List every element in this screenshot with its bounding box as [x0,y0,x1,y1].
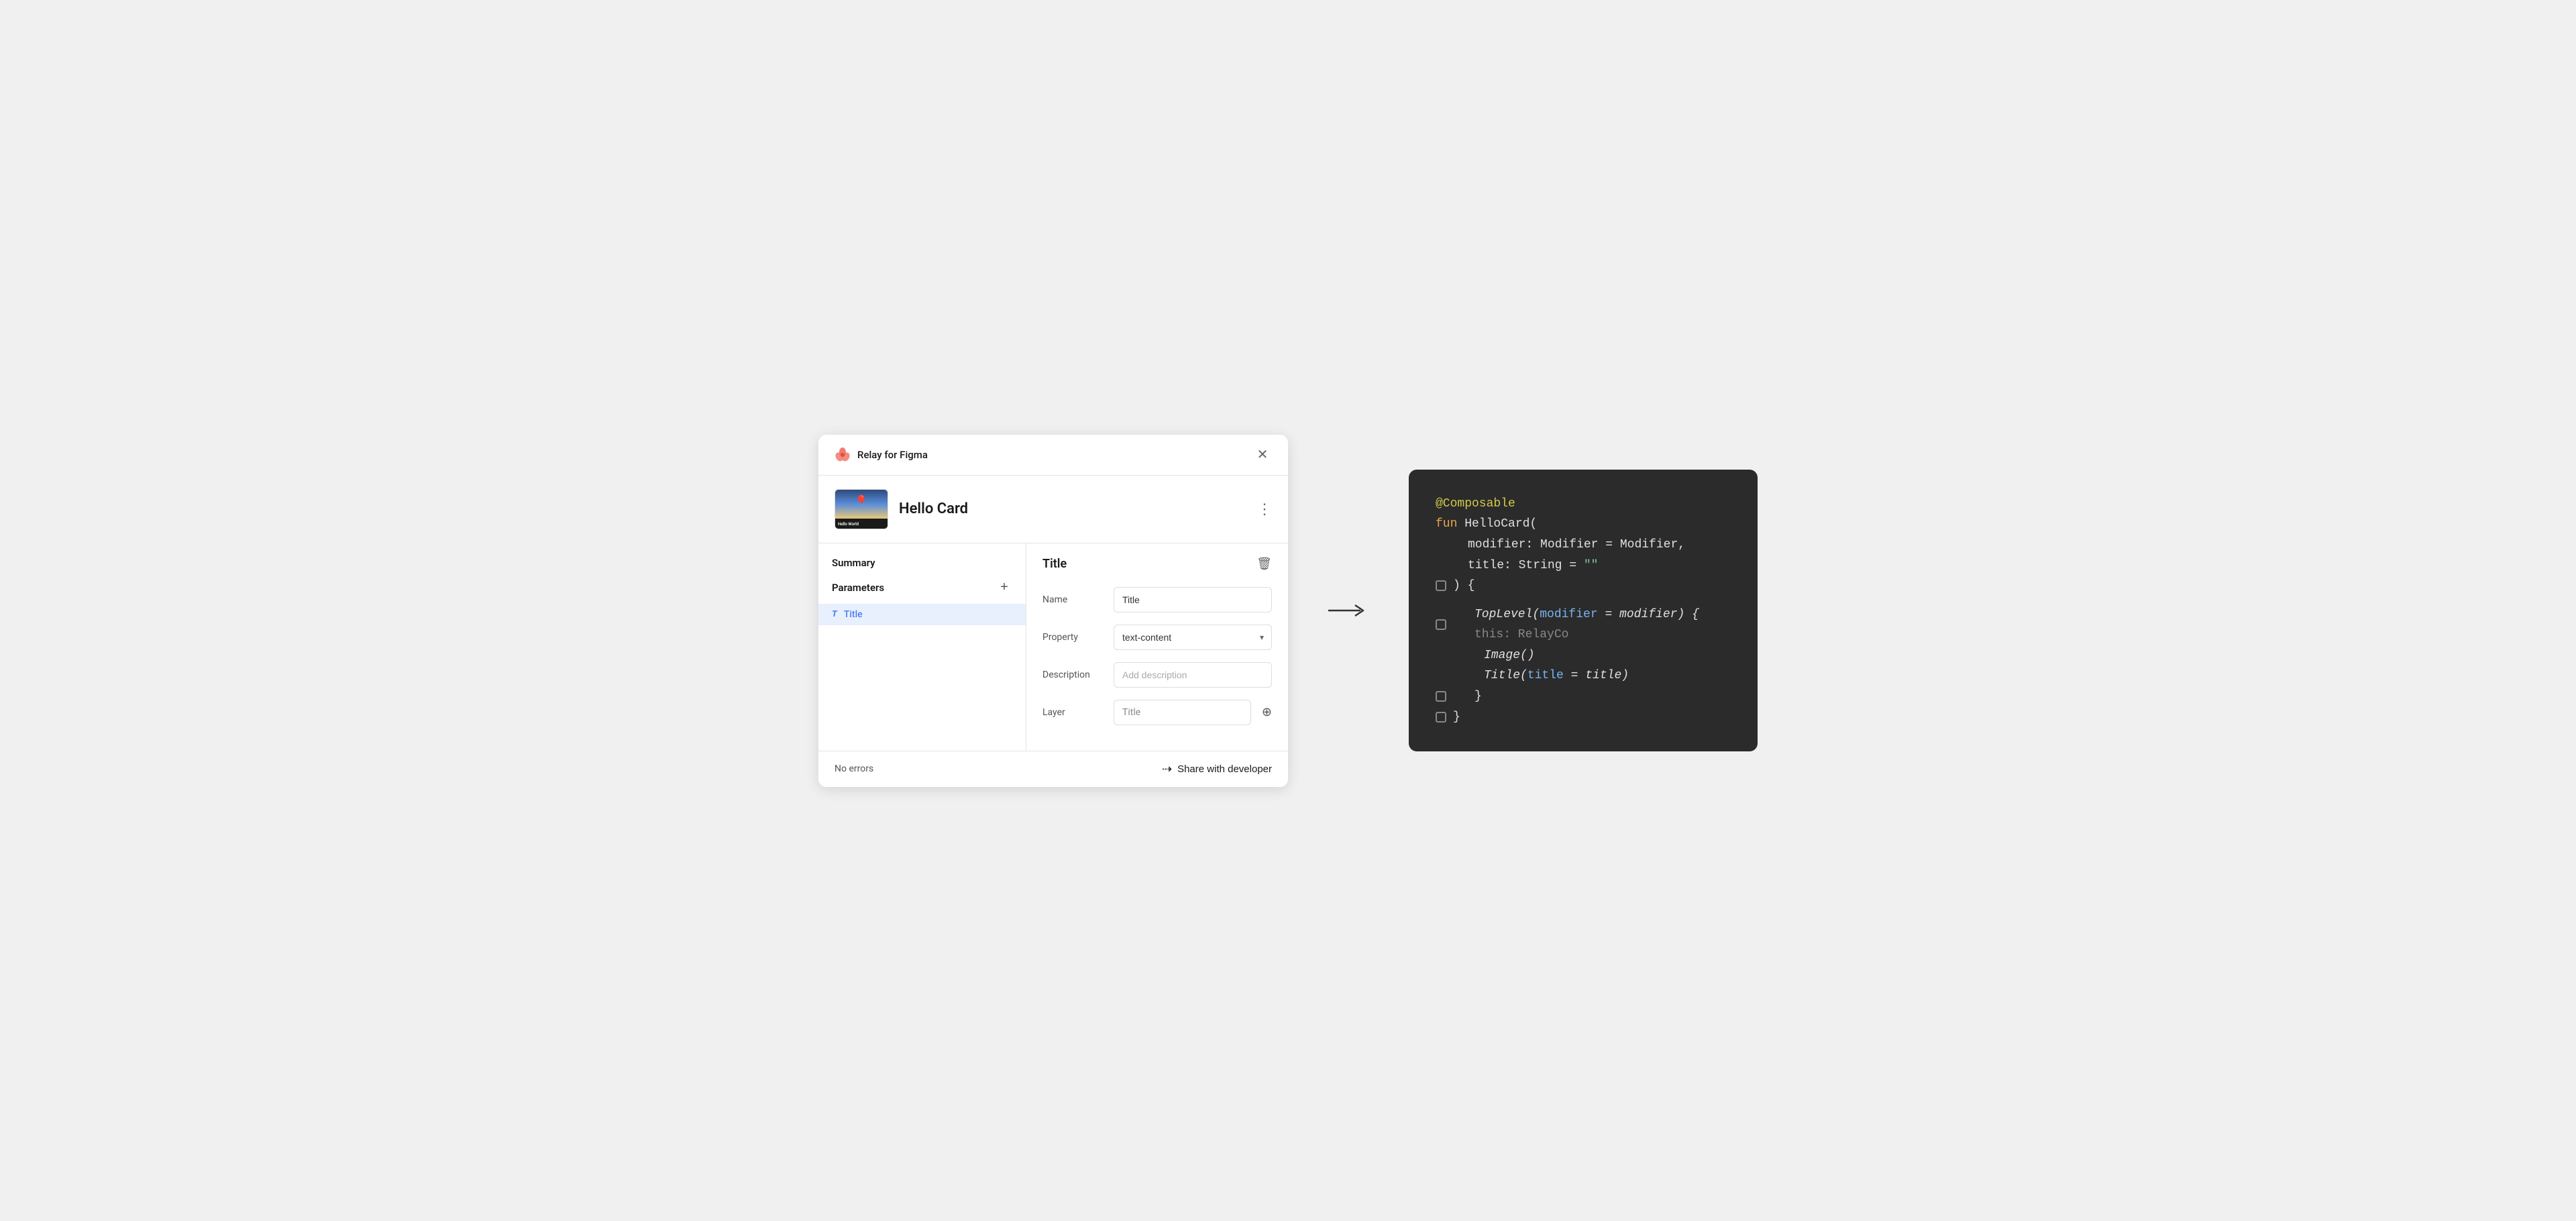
code-marker [1436,580,1446,591]
share-label: Share with developer [1177,763,1272,775]
code-line-9: Title(title = title) [1436,666,1731,686]
panel-header: Relay for Figma ✕ [818,435,1288,476]
code-token: Title( [1484,669,1527,682]
detail-title: Title [1042,557,1067,571]
code-line-4: title: String = "" [1436,555,1731,576]
component-header: 🎈 Hello World Hello Card ⋮ [818,476,1288,543]
code-line-2: fun HelloCard( [1436,514,1731,535]
parameters-section-header: Parameters + [818,580,1026,604]
layer-target-button[interactable]: ⊕ [1262,705,1272,719]
code-marker [1436,712,1446,723]
code-token: } [1474,690,1482,703]
description-label: Description [1042,670,1103,680]
code-token: title [1527,669,1564,682]
name-input[interactable] [1114,587,1272,613]
thumbnail-text: Hello World [838,522,859,527]
code-token: Image() [1484,649,1535,662]
add-parameter-button[interactable]: + [996,580,1012,596]
app-title: Relay for Figma [857,449,928,461]
code-token: modifier [1540,608,1597,621]
panel-body: Summary Parameters + T Title Title [818,543,1288,751]
code-line-5: ) { [1436,576,1731,596]
code-token: @Composable [1436,497,1515,511]
target-icon: ⊕ [1262,705,1272,719]
code-panel: @Composable fun HelloCard( modifier: Mod… [1409,470,1758,752]
add-icon: + [1000,580,1008,595]
code-token: = title) [1564,669,1629,682]
panel-footer: No errors ⇢ Share with developer [818,751,1288,787]
description-input[interactable] [1114,662,1272,688]
share-button[interactable]: ⇢ Share with developer [1162,762,1272,776]
component-thumbnail: 🎈 Hello World [835,489,888,529]
code-token: this: RelayCo [1474,628,1568,641]
code-marker [1436,691,1446,702]
param-item-title[interactable]: T Title [818,604,1026,625]
layer-label: Layer [1042,707,1103,718]
close-icon: ✕ [1257,446,1269,463]
component-name: Hello Card [899,500,968,517]
summary-label: Summary [818,557,1026,580]
param-type-icon: T [832,609,837,619]
close-button[interactable]: ✕ [1253,445,1272,464]
layer-value: Title [1114,700,1251,725]
property-select[interactable]: text-content visibility image [1114,625,1272,650]
code-token: TopLevel( [1474,608,1540,621]
code-line-7: TopLevel(modifier = modifier) { this: Re… [1436,604,1731,645]
name-field-row: Name [1042,587,1272,613]
left-sidebar: Summary Parameters + T Title [818,543,1026,751]
property-field-row: Property text-content visibility image ▾ [1042,625,1272,650]
delete-icon: 🗑 [1256,557,1272,571]
code-token: title: String = [1468,559,1584,572]
share-icon: ⇢ [1162,762,1172,776]
description-field-row: Description [1042,662,1272,688]
property-label: Property [1042,632,1103,643]
code-token: "" [1584,559,1599,572]
more-icon: ⋮ [1257,500,1272,518]
code-token: ) { [1453,579,1474,592]
name-label: Name [1042,594,1103,605]
parameters-label: Parameters [832,582,884,594]
detail-pane: Title 🗑 Name Property text-content [1026,543,1288,751]
panel-header-left: Relay for Figma [835,447,928,463]
code-line-10: } [1436,686,1731,707]
no-errors-label: No errors [835,763,873,774]
code-marker [1436,619,1446,630]
thumbnail-balloon-icon: 🎈 [855,495,867,506]
panel: Relay for Figma ✕ 🎈 Hello World Hello Ca… [818,435,1288,787]
more-options-button[interactable]: ⋮ [1257,500,1272,518]
relay-logo-icon [835,447,851,463]
arrow-container [1328,600,1368,621]
layer-field-row: Layer Title ⊕ [1042,700,1272,725]
code-token: modifier: Modifier = Modifier, [1468,538,1685,551]
arrow-icon [1328,600,1368,621]
code-token: } [1453,710,1460,724]
code-token: fun [1436,517,1464,531]
param-item-label: Title [844,609,863,620]
code-line-3: modifier: Modifier = Modifier, [1436,535,1731,555]
code-token: = modifier) { [1598,608,1699,621]
code-line-1: @Composable [1436,494,1731,515]
delete-button[interactable]: 🗑 [1256,557,1272,571]
code-line-8: Image() [1436,645,1731,666]
property-select-wrapper: text-content visibility image ▾ [1114,625,1272,650]
detail-header: Title 🗑 [1042,557,1272,571]
code-line-11: } [1436,707,1731,728]
main-container: Relay for Figma ✕ 🎈 Hello World Hello Ca… [818,435,1758,787]
code-line-6 [1436,596,1731,604]
component-header-left: 🎈 Hello World Hello Card [835,489,968,529]
code-token: HelloCard( [1464,517,1537,531]
